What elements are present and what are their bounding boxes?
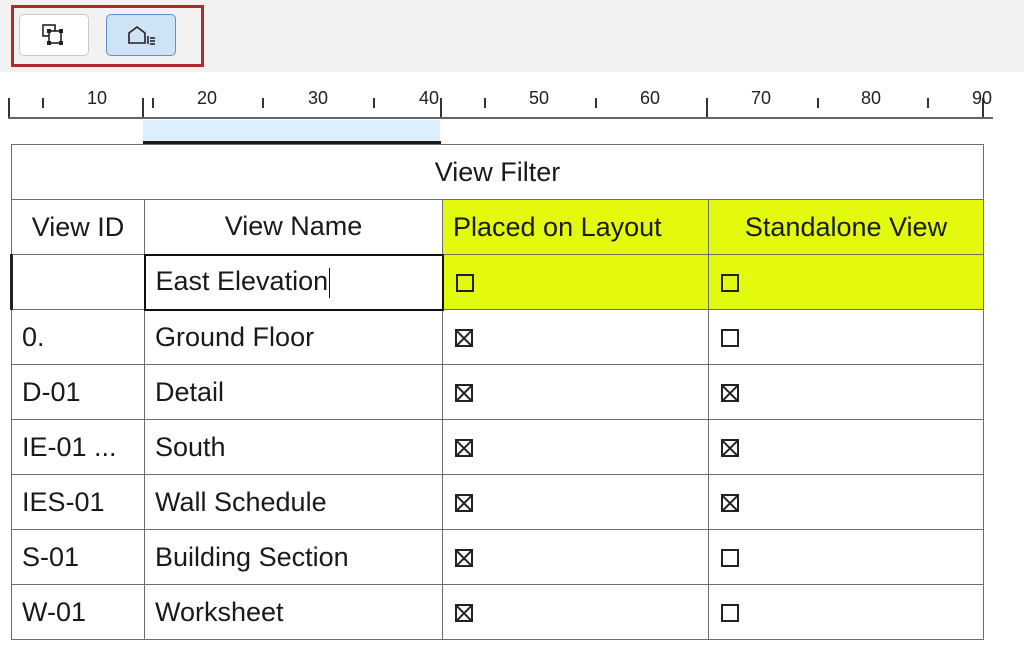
- placed-cell: [442, 309, 709, 365]
- standalone-checkbox[interactable]: [721, 329, 739, 348]
- ruler-label: 20: [196, 88, 218, 108]
- view-name-cell: South: [144, 419, 443, 475]
- placed-checkbox[interactable]: [455, 549, 473, 568]
- toolbar: [0, 0, 1024, 72]
- text-caret: [329, 267, 331, 298]
- standalone-checkbox[interactable]: [721, 604, 739, 623]
- view-filter-table: View Filter View ID View Name Placed on …: [10, 144, 984, 640]
- ruler-label: 90: [971, 88, 993, 108]
- view-name-cell: Worksheet: [144, 584, 443, 640]
- table-row[interactable]: IE-01 ... South: [11, 419, 984, 475]
- view-id-cell: IE-01 ...: [11, 419, 145, 475]
- filter-view-id-field[interactable]: [10, 254, 145, 310]
- placed-cell: [442, 584, 709, 640]
- drawing-frame-button[interactable]: [19, 14, 89, 56]
- standalone-checkbox[interactable]: [721, 384, 739, 403]
- placed-checkbox[interactable]: [455, 604, 473, 623]
- column-header-placed-on-layout[interactable]: Placed on Layout: [442, 199, 709, 255]
- placed-checkbox[interactable]: [455, 439, 473, 458]
- table-row[interactable]: S-01 Building Section: [11, 529, 984, 585]
- view-name-cell: Wall Schedule: [144, 474, 443, 530]
- filter-view-name-field[interactable]: East Elevation: [143, 253, 444, 311]
- standalone-cell: [708, 474, 984, 530]
- header-row: View ID View Name Placed on Layout Stand…: [11, 199, 984, 255]
- view-name-cell: Ground Floor: [144, 309, 443, 365]
- view-id-cell: W-01: [11, 584, 145, 640]
- view-id-cell: S-01: [11, 529, 145, 585]
- filter-standalone-cell: [708, 254, 984, 310]
- view-id-cell: IES-01: [11, 474, 145, 530]
- placed-cell: [442, 474, 709, 530]
- view-list-icon: [128, 26, 155, 45]
- horizontal-ruler: 10 20 30 40 50 60 70 80 90: [0, 72, 1024, 120]
- standalone-checkbox[interactable]: [721, 439, 739, 458]
- ruler-selection: [143, 120, 440, 142]
- standalone-cell: [708, 419, 984, 475]
- standalone-checkbox[interactable]: [721, 494, 739, 513]
- placed-checkbox[interactable]: [455, 329, 473, 348]
- filter-standalone-checkbox[interactable]: [721, 274, 739, 293]
- table-row[interactable]: D-01 Detail: [11, 364, 984, 420]
- ruler-label: 40: [418, 88, 440, 108]
- table-row[interactable]: 0. Ground Floor: [11, 309, 984, 365]
- view-list-button[interactable]: [106, 14, 176, 56]
- ruler-label: 70: [750, 88, 772, 108]
- standalone-cell: [708, 529, 984, 585]
- view-name-cell: Building Section: [144, 529, 443, 585]
- placed-checkbox[interactable]: [455, 384, 473, 403]
- filter-placed-cell: [442, 254, 709, 310]
- drawing-frame-icon: [42, 24, 63, 45]
- standalone-cell: [708, 584, 984, 640]
- ruler-label: 60: [639, 88, 661, 108]
- ruler-label: 50: [528, 88, 550, 108]
- table-title: View Filter: [11, 144, 984, 200]
- view-id-cell: D-01: [11, 364, 145, 420]
- filter-placed-checkbox[interactable]: [455, 274, 474, 293]
- standalone-checkbox[interactable]: [721, 549, 739, 568]
- ruler-baseline: [8, 117, 993, 119]
- column-header-standalone-view[interactable]: Standalone View: [708, 199, 984, 255]
- placed-cell: [442, 529, 709, 585]
- table-title-row: View Filter: [11, 144, 984, 200]
- view-id-cell: 0.: [11, 309, 145, 365]
- column-header-view-name[interactable]: View Name: [144, 199, 443, 255]
- filter-row: East Elevation: [10, 253, 984, 311]
- placed-cell: [442, 364, 709, 420]
- filter-view-name-value: East Elevation: [155, 266, 329, 297]
- ruler-label: 30: [307, 88, 329, 108]
- standalone-cell: [708, 364, 984, 420]
- ruler-label: 10: [86, 88, 108, 108]
- view-name-cell: Detail: [144, 364, 443, 420]
- placed-checkbox[interactable]: [455, 494, 473, 513]
- standalone-cell: [708, 309, 984, 365]
- table-row[interactable]: W-01 Worksheet: [11, 584, 984, 640]
- ruler-label: 80: [860, 88, 882, 108]
- column-header-view-id[interactable]: View ID: [11, 199, 145, 255]
- placed-cell: [442, 419, 709, 475]
- table-row[interactable]: IES-01 Wall Schedule: [11, 474, 984, 530]
